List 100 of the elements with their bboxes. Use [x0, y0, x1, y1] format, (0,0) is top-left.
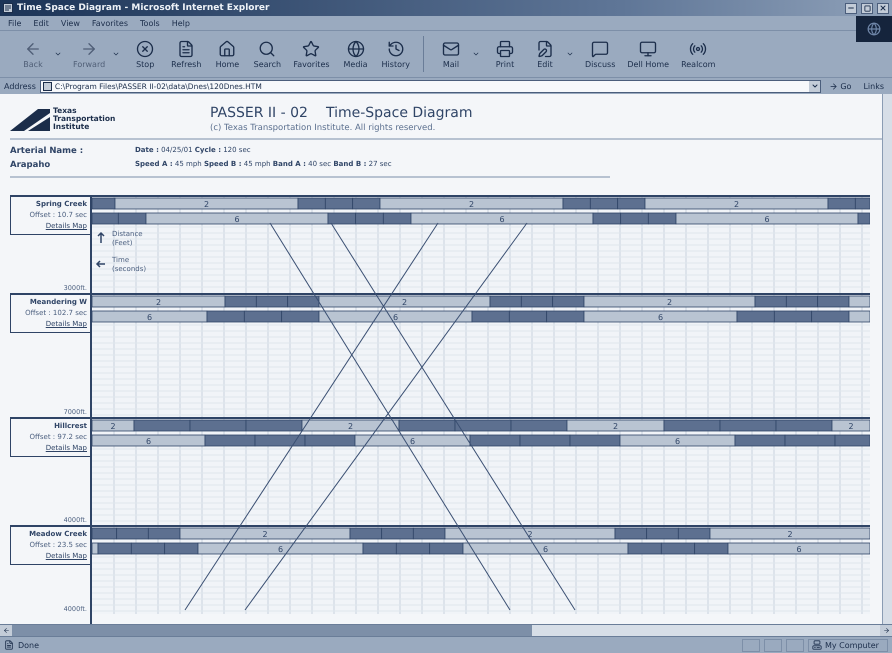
edit-icon — [536, 40, 554, 58]
menu-item[interactable]: Favorites — [92, 18, 128, 28]
phase-label: 2 — [848, 422, 854, 431]
phase-label: 2 — [787, 530, 793, 539]
toolbar-button[interactable]: Home — [208, 40, 246, 68]
search-icon — [258, 40, 276, 58]
phase-segment — [254, 434, 306, 446]
minimize-button[interactable] — [845, 2, 857, 14]
browser-logo-icon — [856, 16, 892, 42]
close-icon — [879, 4, 887, 12]
toolbar-button[interactable]: Search — [248, 40, 286, 68]
phase-label: 6 — [146, 437, 152, 446]
toolbar-button[interactable]: Media — [336, 40, 375, 68]
left-arrow-icon — [96, 260, 106, 268]
phase-label: 6 — [410, 437, 416, 446]
menu-item[interactable]: Edit — [33, 18, 49, 28]
menu-item[interactable]: File — [8, 18, 22, 28]
mail-icon — [442, 40, 460, 58]
printer-icon — [496, 40, 514, 58]
phase-label: 6 — [764, 215, 770, 224]
phase-label: 2 — [468, 200, 474, 209]
phase-segment — [520, 434, 570, 446]
copyright-text: (c) Texas Transportation Institute. All rights reserved. — [210, 123, 436, 133]
page-icon — [4, 640, 14, 650]
computer-icon — [812, 640, 822, 650]
star-icon — [302, 40, 320, 58]
maximize-icon — [864, 4, 870, 12]
page-title: PASSER II - 02 — [210, 105, 308, 121]
phase-label: 6 — [278, 545, 284, 554]
caret-icon[interactable] — [472, 50, 480, 58]
caret-icon[interactable] — [566, 50, 574, 58]
logo-stripes-icon — [10, 107, 50, 131]
toolbar-button[interactable]: Refresh — [166, 40, 206, 68]
dropdown-button[interactable] — [809, 80, 820, 92]
menu-item[interactable]: Help — [172, 18, 190, 28]
toolbar-button[interactable]: Realcom — [676, 40, 720, 68]
phase-segment — [130, 542, 166, 554]
phase-label: 6 — [674, 437, 680, 446]
monitor-icon — [639, 40, 658, 58]
phase-segment — [396, 542, 430, 554]
globe-icon — [346, 40, 365, 58]
phase-label: 6 — [146, 313, 152, 322]
arrow-icon — [829, 82, 838, 90]
scroll-left-icon[interactable] — [0, 625, 12, 636]
browser-page-icon — [3, 3, 13, 13]
zone-text: My Computer — [825, 640, 880, 650]
status-pane — [786, 638, 804, 652]
phase-segment — [508, 310, 548, 322]
toolbar-button[interactable]: History — [376, 40, 415, 68]
phase-label: 2 — [156, 298, 162, 307]
maximize-button[interactable] — [861, 2, 873, 14]
phase-label: 6 — [499, 215, 505, 224]
scroll-right-icon[interactable] — [880, 625, 892, 636]
address-label: Address — [4, 82, 36, 90]
horizontal-scrollbar[interactable] — [0, 624, 892, 636]
window-title: Time Space Diagram - Microsoft Internet Explorer — [17, 3, 270, 13]
vertical-scrollbar[interactable] — [882, 94, 892, 624]
phase-label: 2 — [402, 298, 408, 307]
phase-label: 2 — [204, 200, 210, 209]
phase-label: 6 — [796, 545, 802, 554]
phase-label: 6 — [234, 215, 240, 224]
page-subtitle: Time-Space Diagram — [326, 105, 472, 121]
toolbar-button[interactable]: Discuss — [580, 40, 620, 68]
phase-label: 6 — [658, 313, 664, 322]
phase-label: 6 — [392, 313, 398, 322]
links-button[interactable]: Links — [859, 82, 888, 90]
history-icon — [386, 40, 405, 58]
phase-segment — [774, 310, 812, 322]
phase-label: 2 — [262, 530, 268, 539]
phase-label: 2 — [734, 200, 740, 209]
arterial-name: Arapaho — [10, 160, 52, 170]
toolbar-button[interactable]: Dell Home — [622, 40, 674, 68]
home-icon — [218, 40, 236, 58]
toolbar-button[interactable]: Mail — [432, 40, 470, 68]
toolbar-button[interactable]: Stop — [126, 40, 164, 68]
phase-label: 6 — [542, 545, 548, 554]
toolbar-button[interactable]: Print — [486, 40, 524, 68]
go-button[interactable]: Go — [825, 82, 856, 90]
speech-bubble-icon — [591, 40, 610, 58]
stop-icon — [136, 40, 154, 58]
toolbar-button[interactable]: Edit — [526, 40, 564, 68]
phase-label: 2 — [612, 422, 618, 431]
close-button[interactable] — [877, 2, 889, 14]
status-pane — [742, 638, 760, 652]
phase-label: 2 — [348, 422, 354, 431]
arterial-label: Arterial Name : — [10, 146, 84, 156]
menu-item[interactable]: Tools — [140, 18, 160, 28]
phase-segment — [620, 212, 649, 224]
caret-icon — [810, 82, 819, 90]
phase-label: 2 — [666, 298, 672, 307]
menu-item[interactable]: View — [60, 18, 80, 28]
status-pane — [764, 638, 782, 652]
phase-segment — [355, 212, 384, 224]
status-text: Done — [18, 640, 40, 650]
phase-label: 2 — [110, 422, 116, 431]
page-icon — [42, 82, 52, 90]
phase-segment — [244, 310, 282, 322]
phase-segment — [660, 542, 696, 554]
toolbar-button[interactable]: Favorites — [288, 40, 335, 68]
up-arrow-icon — [97, 232, 105, 244]
